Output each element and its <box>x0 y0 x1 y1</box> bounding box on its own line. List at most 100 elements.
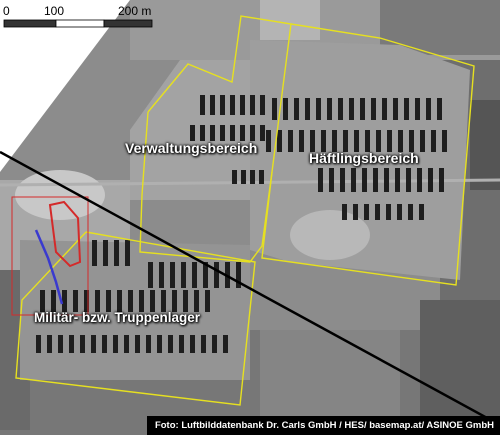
barrack-building <box>318 168 323 192</box>
barrack-building <box>95 290 100 312</box>
label-verwaltungsbereich: Verwaltungsbereich <box>125 140 258 156</box>
barrack-building <box>260 125 265 141</box>
barrack-building <box>170 262 175 288</box>
barrack-building <box>327 98 332 120</box>
barrack-building <box>419 204 424 220</box>
barrack-building <box>240 125 245 141</box>
barrack-building <box>200 125 205 141</box>
barrack-building <box>73 290 78 312</box>
barrack-building <box>362 168 367 192</box>
barrack-building <box>354 130 359 152</box>
barrack-building <box>240 95 245 115</box>
barrack-building <box>332 130 337 152</box>
barrack-building <box>417 168 422 192</box>
barrack-building <box>62 290 67 312</box>
barrack-building <box>230 125 235 141</box>
barrack-building <box>288 130 293 152</box>
barrack-building <box>364 204 369 220</box>
barrack-building <box>241 170 246 184</box>
barrack-building <box>102 335 107 353</box>
barrack-building <box>113 335 118 353</box>
barrack-building <box>146 335 151 353</box>
barrack-building <box>338 98 343 120</box>
barrack-building <box>192 262 197 288</box>
barrack-building <box>128 290 133 312</box>
barrack-building <box>172 290 177 312</box>
barrack-building <box>266 130 271 152</box>
barrack-building <box>194 290 199 312</box>
scale-bar-segment-2 <box>55 19 105 28</box>
barrack-building <box>157 335 162 353</box>
barrack-building <box>406 168 411 192</box>
barrack-building <box>408 204 413 220</box>
barrack-building <box>376 130 381 152</box>
barrack-building <box>294 98 299 120</box>
barrack-building <box>397 204 402 220</box>
barrack-building <box>200 95 205 115</box>
scale-tick-100: 100 <box>44 4 65 18</box>
barrack-building <box>161 290 166 312</box>
barrack-building <box>387 130 392 152</box>
barrack-building <box>340 168 345 192</box>
barrack-building <box>214 262 219 288</box>
barrack-building <box>205 290 210 312</box>
barrack-building <box>69 335 74 353</box>
barrack-building <box>343 130 348 152</box>
barrack-building <box>260 95 265 115</box>
scale-tick-0: 0 <box>3 4 10 18</box>
barrack-building <box>351 168 356 192</box>
barrack-building <box>148 262 153 288</box>
barrack-building <box>360 98 365 120</box>
barrack-building <box>384 168 389 192</box>
barrack-building <box>80 335 85 353</box>
barrack-building <box>342 204 347 220</box>
aerial-photo <box>0 0 500 435</box>
barrack-building <box>277 130 282 152</box>
barrack-building <box>395 168 400 192</box>
scale-tick-200: 200 m <box>118 4 152 18</box>
barrack-building <box>329 168 334 192</box>
barrack-building <box>114 240 119 266</box>
barrack-building <box>106 290 111 312</box>
barrack-building <box>393 98 398 120</box>
label-haeftlingsbereich: Häftlingsbereich <box>309 150 419 166</box>
scale-bar-segment-1 <box>3 19 57 28</box>
barrack-building <box>124 335 129 353</box>
scale-bar <box>3 19 153 28</box>
barrack-building <box>51 290 56 312</box>
barrack-building <box>168 335 173 353</box>
barrack-building <box>371 98 376 120</box>
aerial-imagery <box>0 0 500 435</box>
barrack-building <box>103 240 108 266</box>
barrack-building <box>159 262 164 288</box>
barrack-building <box>125 240 130 266</box>
barrack-building <box>398 130 403 152</box>
barrack-building <box>40 290 45 312</box>
barrack-building <box>220 125 225 141</box>
barrack-building <box>201 335 206 353</box>
barrack-building <box>349 98 354 120</box>
barrack-building <box>183 290 188 312</box>
barrack-building <box>135 335 140 353</box>
barrack-building <box>299 130 304 152</box>
barrack-building <box>415 98 420 120</box>
barrack-building <box>139 290 144 312</box>
barrack-building <box>220 95 225 115</box>
barrack-building <box>375 204 380 220</box>
barrack-building <box>179 335 184 353</box>
barrack-building <box>250 170 255 184</box>
barrack-building <box>353 204 358 220</box>
barrack-building <box>150 290 155 312</box>
barrack-building <box>409 130 414 152</box>
barrack-building <box>230 95 235 115</box>
barrack-building <box>431 130 436 152</box>
photo-credit: Foto: Luftbilddatenbank Dr. Carls GmbH /… <box>146 416 500 435</box>
barrack-building <box>305 98 310 120</box>
barrack-building <box>91 335 96 353</box>
barrack-building <box>386 204 391 220</box>
barrack-building <box>117 290 122 312</box>
barrack-building <box>365 130 370 152</box>
barrack-building <box>250 95 255 115</box>
barrack-building <box>181 262 186 288</box>
barrack-building <box>321 130 326 152</box>
